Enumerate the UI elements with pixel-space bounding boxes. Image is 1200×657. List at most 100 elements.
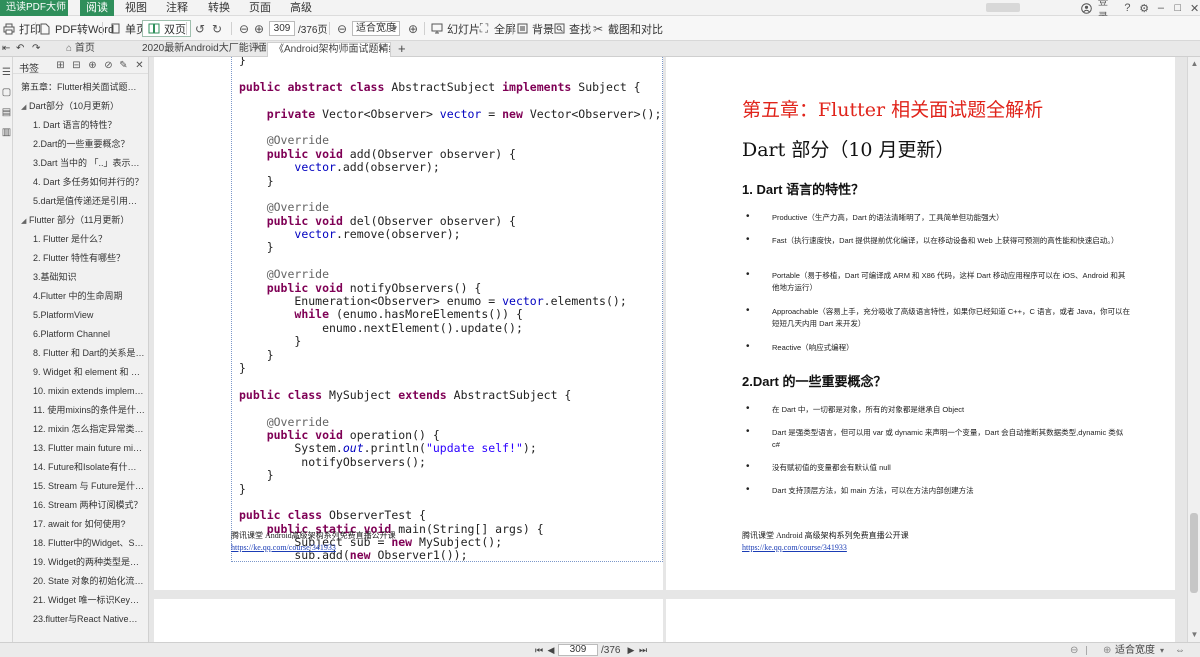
printer-icon [2,22,16,36]
menu-advanced[interactable]: 高级 [290,0,312,16]
zoom-select[interactable]: 适合宽度 [352,21,400,36]
page-footer-link[interactable]: https://ke.qq.com/course/341933 [231,543,336,552]
add-bookmark-icon[interactable]: ⊕ [87,60,98,71]
document-view[interactable]: } public abstract class AbstractSubject i… [150,57,1187,642]
tab-document-1[interactable]: 2020最新Android大厂能评面... ✕ [136,42,266,57]
find-button[interactable]: 查找 [552,20,591,37]
prev-page-button[interactable]: ⊖ [237,20,251,37]
minimize-icon[interactable]: – [1156,2,1167,14]
bookmark-group[interactable]: 第五章：Flutter相关面试题全解析 [13,79,148,96]
maximize-icon[interactable]: □ [1172,2,1183,14]
scroll-down-icon[interactable]: ▼ [1190,630,1199,639]
bookmark-list-icon[interactable]: ☰ [1,67,12,78]
code-token: implements [502,79,572,94]
bookmark-group[interactable]: ◢ Dart部分（10月更新） [13,98,148,115]
bookmark-item[interactable]: 4. Dart 多任务如何并行的？ [13,174,148,191]
bookmark-item[interactable]: 1. Flutter 是什么？ [13,231,148,248]
fullscreen-button[interactable]: ⛶ 全屏 [477,20,516,37]
bookmark-item[interactable]: 11. 使用mixins的条件是什么？ [13,402,148,419]
bookmark-item[interactable]: 12. mixin 怎么指定异常类型？ [13,421,148,438]
help-icon[interactable]: ? [1122,2,1133,14]
status-zoom-select[interactable]: 适合宽度 [1115,644,1155,657]
tab-close-icon[interactable]: ✕ [254,42,262,56]
bookmark-item[interactable]: 3.基础知识 [13,269,148,286]
bookmark-item[interactable]: 10. mixin extends implemen... [13,383,148,400]
bookmark-item[interactable]: 18. Flutter中的Widget、Stat... [13,535,148,552]
expand-arrow-icon[interactable]: ◢ [21,99,29,115]
tab-home[interactable]: ⌂ 首页 [60,42,112,57]
bookmark-item[interactable]: 23.flutter与React Native有什... [13,611,148,628]
bookmark-item[interactable]: 13. Flutter main future mirot... [13,440,148,457]
status-total-pages: /376 [601,645,621,656]
delete-bookmark-icon[interactable]: ⊘ [103,60,114,71]
double-page-button[interactable]: 双页 [142,20,191,37]
zoom-out-button[interactable]: ⊖ [335,20,349,37]
screenshot-compare-button[interactable]: ✂ 截图和对比 [591,20,663,37]
bookmark-item[interactable]: 2. Flutter 特性有哪些？ [13,250,148,267]
scrollbar-thumb[interactable] [1190,513,1198,593]
menu-read[interactable]: 阅读 [80,0,114,16]
bookmark-item[interactable]: 9. Widget 和 element 和 Re... [13,364,148,381]
bookmark-item[interactable]: 14. Future和Isolate有什么区... [13,459,148,476]
bookmark-item[interactable]: 21. Widget 唯一标识Key有那... [13,592,148,609]
last-page-icon[interactable]: ⏭ [638,645,648,656]
tab-document-2[interactable]: 《Android架构师面试题精编... ✕ [267,42,391,57]
tab-close-icon[interactable]: ✕ [378,43,386,57]
app-name[interactable]: 迅读PDF大师 [0,0,68,16]
first-page-icon[interactable]: ⏮ [534,645,544,656]
bookmark-item[interactable]: 8. Flutter 和 Dart的关系是什... [13,345,148,362]
rotate-left-button[interactable]: ↺ [193,20,207,37]
back-icon[interactable]: ↶ [14,42,28,57]
dropdown-chevron-icon[interactable]: ▾ [1160,644,1164,657]
sidebar-toggle-icon[interactable]: ⇤ [0,42,12,57]
menu-annotate[interactable]: 注释 [166,0,188,16]
rename-bookmark-icon[interactable]: ✎ [118,60,129,71]
comment-icon[interactable]: ▤ [1,107,12,118]
bookmark-item[interactable]: 1. Dart 语言的特性？ [13,117,148,134]
scroll-up-icon[interactable]: ▲ [1190,59,1199,68]
menu-convert[interactable]: 转换 [208,0,230,16]
close-panel-icon[interactable]: ✕ [134,60,145,71]
background-button[interactable]: 背景 [515,20,554,37]
settings-icon[interactable]: ⚙ [1139,2,1150,15]
bookmark-item[interactable]: 4.Flutter 中的生命周期 [13,288,148,305]
attachment-icon[interactable]: ▥ [1,127,12,138]
status-zoom-in-icon[interactable]: ⊕ [1103,644,1111,657]
new-tab-plus-icon[interactable]: + [396,42,410,57]
bookmark-item[interactable]: 17. await for 如何使用? [13,516,148,533]
rotate-right-button[interactable]: ↻ [210,20,224,37]
collapse-all-icon[interactable]: ⊟ [71,60,82,71]
expand-all-icon[interactable]: ⊞ [55,60,66,71]
bookmark-item[interactable]: 16. Stream 两种订阅模式？ [13,497,148,514]
bookmark-item[interactable]: 15. Stream 与 Future是什么... [13,478,148,495]
page-footer-link[interactable]: https://ke.qq.com/course/341933 [742,543,847,552]
bookmark-item[interactable]: 19. Widget的两种类型是什么？ [13,554,148,571]
next-page-icon[interactable]: ▶ [626,645,636,656]
vertical-scrollbar[interactable]: ▲ ▼ [1187,57,1200,642]
menu-view[interactable]: 视图 [125,0,147,16]
slideshow-button[interactable]: 幻灯片 [430,20,480,37]
code-token: new [349,548,371,563]
fit-icon[interactable]: ⇔ [1175,644,1185,657]
expand-arrow-icon[interactable]: ◢ [21,213,29,229]
bookmark-item[interactable]: 2.Dart的一些重要概念？ [13,136,148,153]
menu-page[interactable]: 页面 [249,0,271,16]
forward-icon[interactable]: ↷ [30,42,44,57]
bookmark-item[interactable]: 20. State 对象的初始化流程？ [13,573,148,590]
bookmark-item[interactable]: 5.dart是值传递还是引用传递？ [13,193,148,210]
status-zoom-out-icon[interactable]: ⊖ [1070,644,1078,657]
bookmark-item[interactable]: 3.Dart 当中的 「..」表示什么... [13,155,148,172]
zoom-in-button[interactable]: ⊕ [406,20,420,37]
bookmark-item[interactable]: 6.Platform Channel [13,326,148,343]
page-number-input[interactable]: 309 [269,21,295,36]
bookmark-item[interactable]: 5.PlatformView [13,307,148,324]
bookmark-group[interactable]: ◢ Flutter 部分（11月更新） [13,212,148,229]
next-page-button[interactable]: ⊕ [252,20,266,37]
thumbnail-icon[interactable]: ▢ [1,87,12,98]
code-line: public void del(Observer observer) { [239,214,661,228]
prev-page-icon[interactable]: ◀ [546,645,556,656]
zoom-slider[interactable] [1086,646,1094,655]
close-icon[interactable]: ✕ [1189,2,1200,15]
status-page-input[interactable]: 309 [558,644,598,656]
user-icon[interactable] [1081,2,1092,14]
